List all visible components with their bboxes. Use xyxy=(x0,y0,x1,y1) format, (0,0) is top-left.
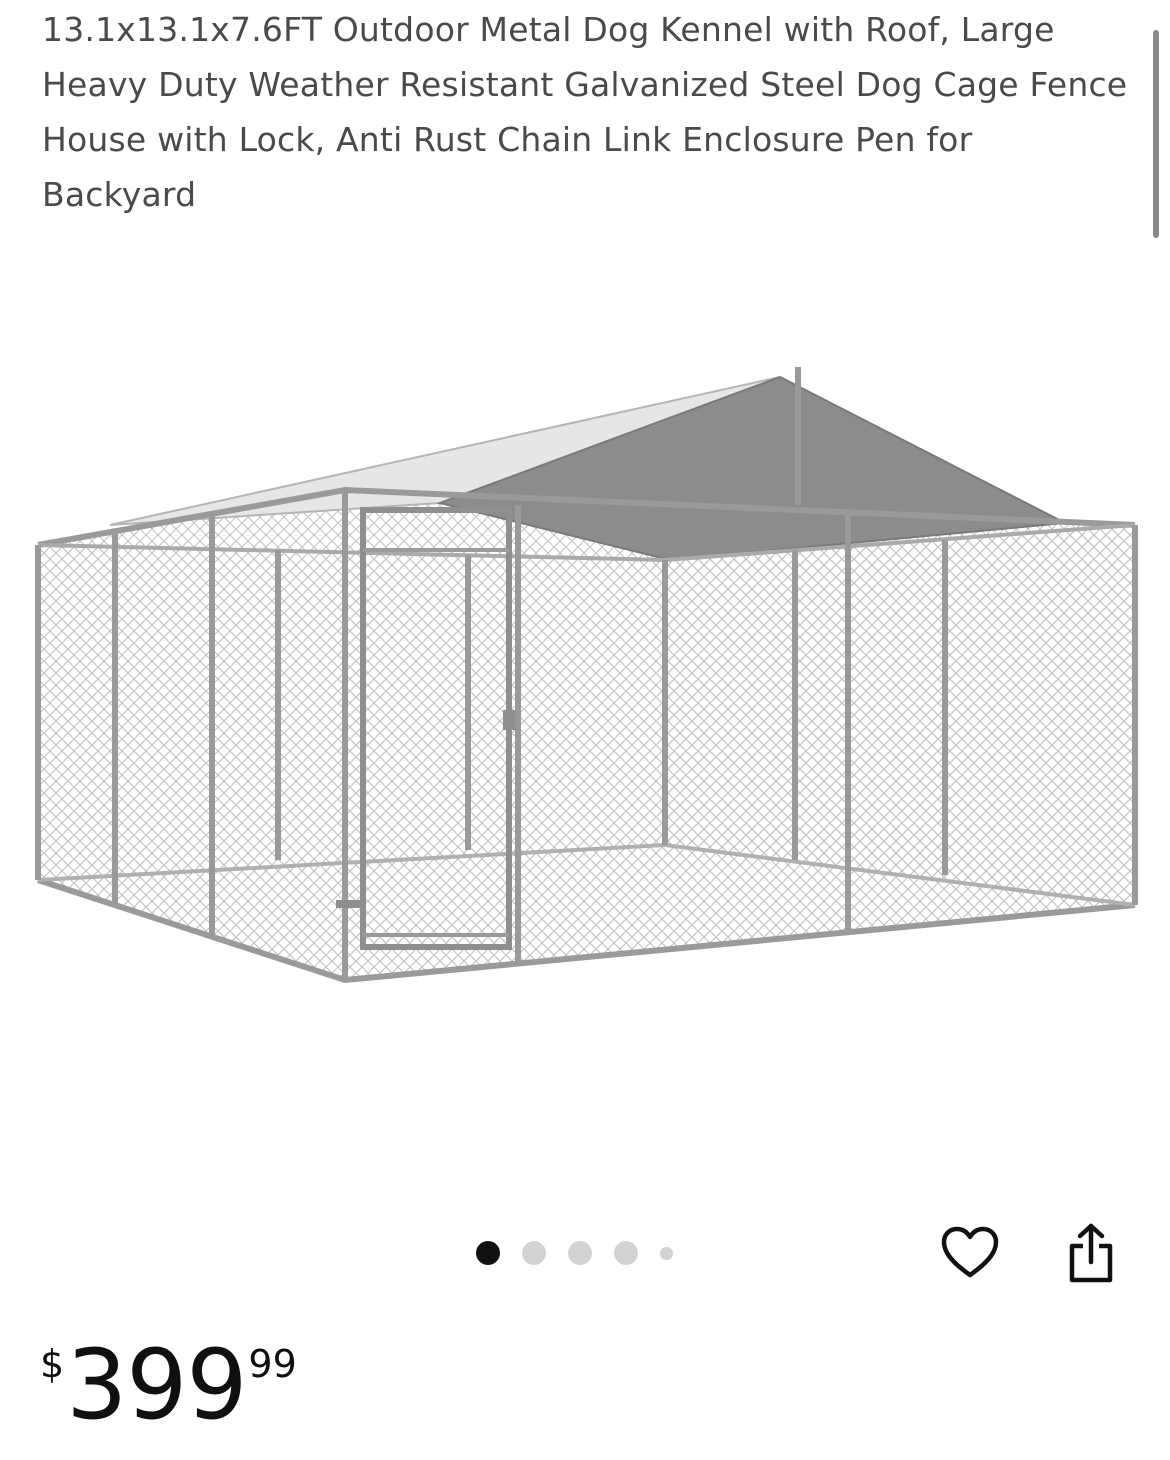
wishlist-button[interactable] xyxy=(935,1218,1005,1288)
price-fraction: 99 xyxy=(248,1342,297,1386)
dog-kennel-illustration xyxy=(35,367,1138,984)
heart-icon xyxy=(941,1226,999,1278)
share-button[interactable] xyxy=(1056,1218,1126,1288)
pager-dot-4[interactable] xyxy=(614,1241,638,1265)
price-whole: 399 xyxy=(66,1329,247,1441)
share-icon xyxy=(1069,1223,1113,1283)
product-price: $ 399 99 xyxy=(40,1330,297,1440)
pager-dot-1[interactable] xyxy=(476,1241,500,1265)
product-image[interactable] xyxy=(20,355,1150,995)
product-title: 13.1x13.1x7.6FT Outdoor Metal Dog Kennel… xyxy=(42,10,1128,214)
pager-dot-2[interactable] xyxy=(522,1241,546,1265)
price-currency-symbol: $ xyxy=(40,1342,65,1386)
image-pager[interactable] xyxy=(476,1240,673,1266)
pager-dot-5[interactable] xyxy=(660,1246,673,1260)
pager-dot-3[interactable] xyxy=(568,1241,592,1265)
scroll-indicator[interactable] xyxy=(1153,30,1159,238)
